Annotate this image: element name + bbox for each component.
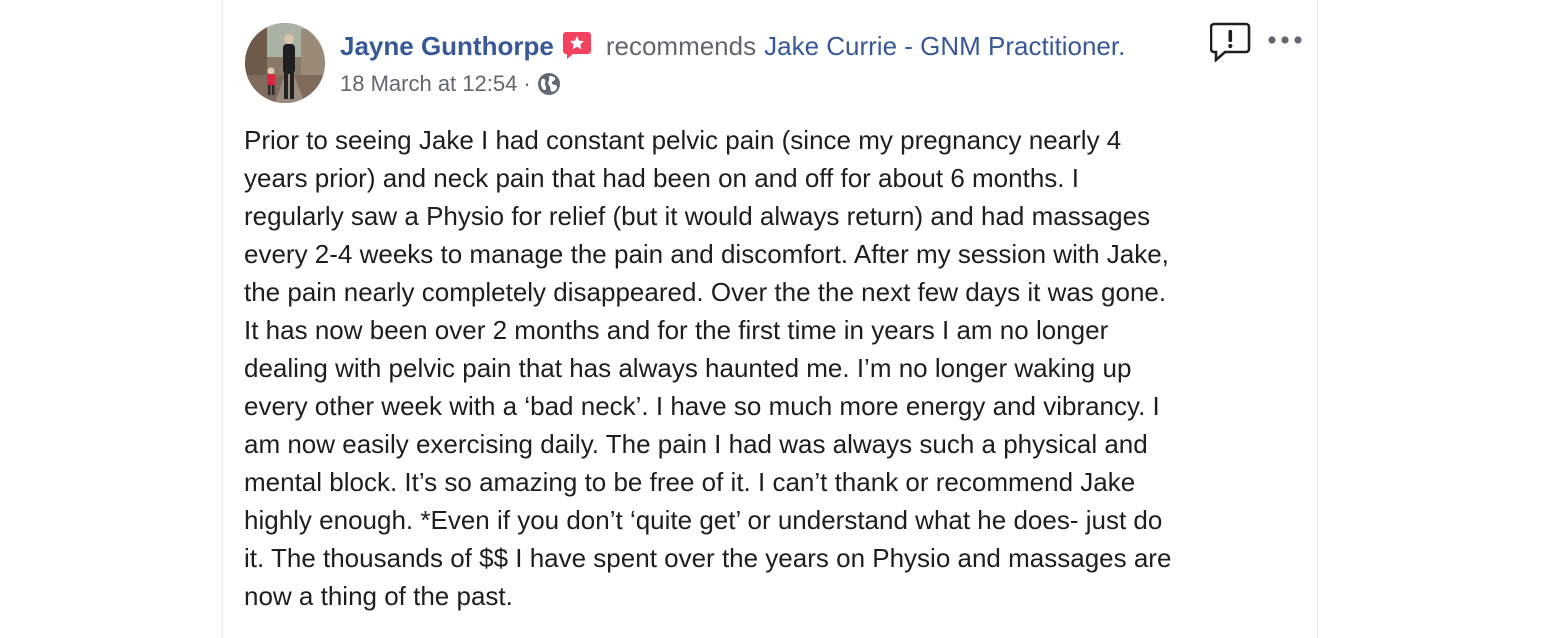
recommendation-star-icon [562, 30, 592, 60]
recommends-label: recommends [605, 30, 757, 61]
author-name-link[interactable]: Jayne Gunthorpe [340, 31, 554, 62]
post-body-line: now a thing of the past. [244, 581, 513, 611]
author-avatar[interactable] [245, 23, 325, 103]
post-body: Prior to seeing Jake I had constant pelv… [244, 121, 1304, 615]
post-body-line: it. The thousands of $$ I have spent ove… [244, 543, 1172, 573]
post-body-line: every 2-4 weeks to manage the pain and d… [244, 239, 1169, 269]
post-body-line: It has now been over 2 months and for th… [244, 315, 1109, 345]
meta-separator: · [523, 71, 531, 96]
post-header: Jayne Gunthorpe recommends Jake Currie -… [340, 28, 1125, 64]
post-timestamp-link[interactable]: 18 March at 12:54 [340, 71, 517, 97]
more-options-ellipsis-icon[interactable] [1266, 30, 1304, 50]
post-body-line: years prior) and neck pain that had been… [244, 163, 1079, 193]
post-meta: 18 March at 12:54 · [340, 69, 561, 99]
post-body-line: am now easily exercising daily. The pain… [244, 429, 1148, 459]
post-body-line: every other week with a ‘bad neck’. I ha… [244, 391, 1160, 421]
post-body-line: Prior to seeing Jake I had constant pelv… [244, 125, 1122, 155]
post-body-line: regularly saw a Physio for relief (but i… [244, 201, 1151, 231]
post-body-line: highly enough. *Even if you don’t ‘quite… [244, 505, 1163, 535]
globe-icon[interactable] [537, 72, 561, 96]
report-speech-bubble-icon[interactable] [1209, 22, 1252, 63]
recommended-page-link[interactable]: Jake Currie - GNM Practitioner. [764, 31, 1125, 62]
avatar-photo [245, 23, 325, 103]
post-body-line: mental block. It’s so amazing to be free… [244, 467, 1136, 497]
post-body-line: dealing with pelvic pain that has always… [244, 353, 1132, 383]
post-body-line: the pain nearly completely disappeared. … [244, 277, 1167, 307]
